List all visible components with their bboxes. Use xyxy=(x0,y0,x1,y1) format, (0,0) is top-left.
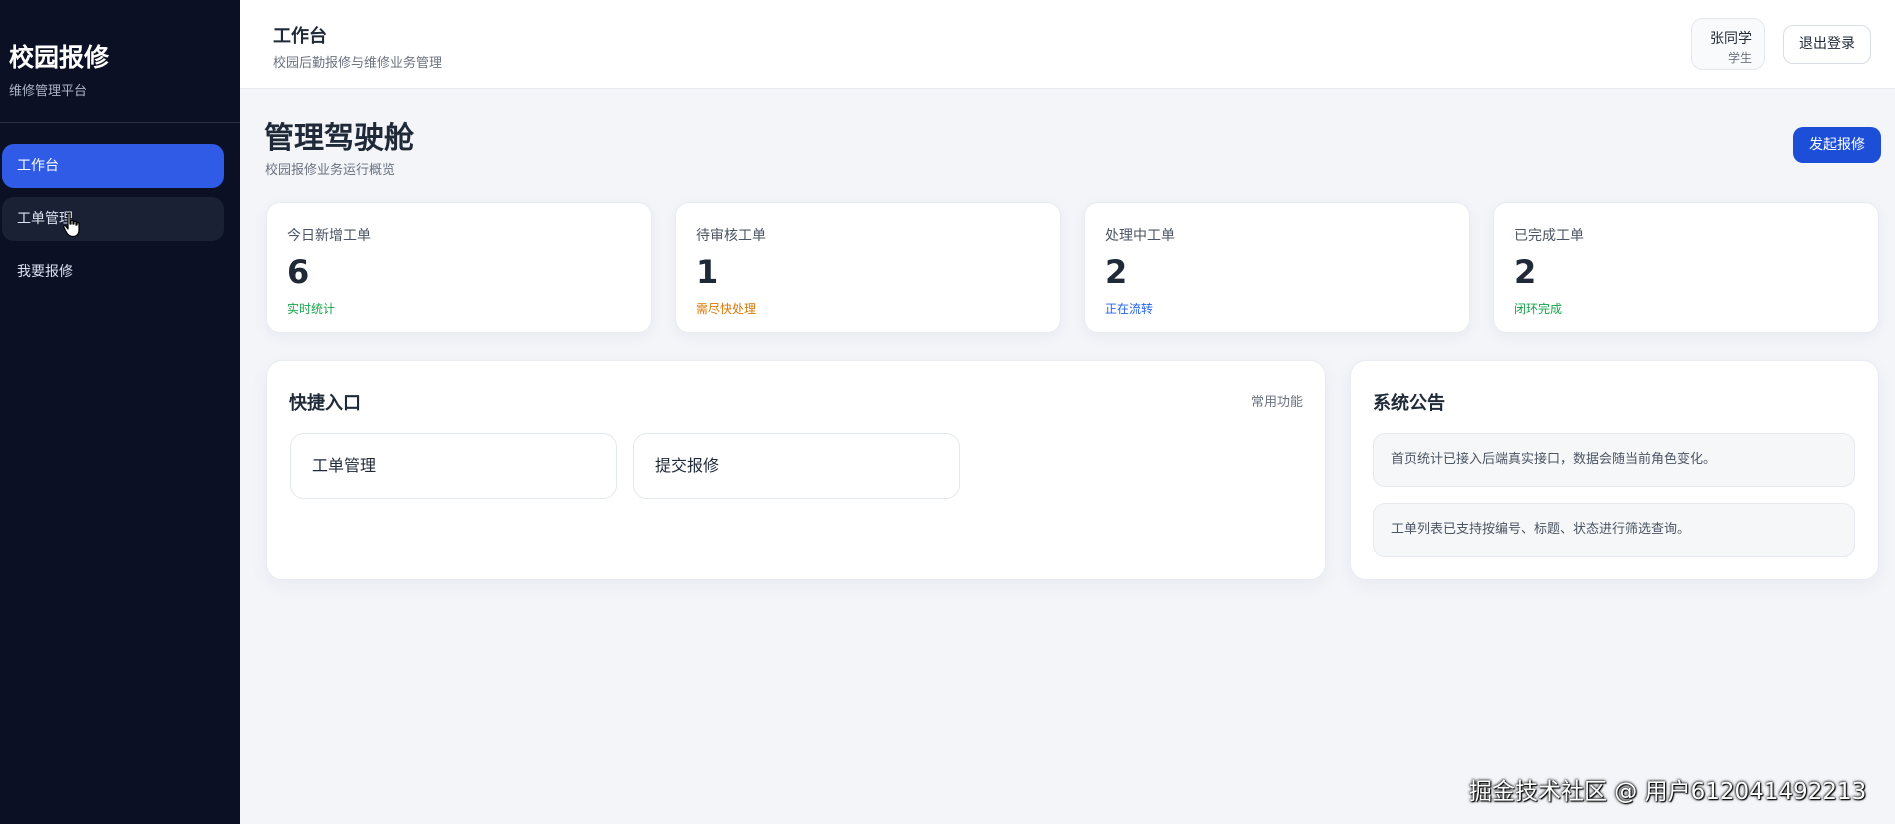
user-role: 学生 xyxy=(1727,51,1752,65)
sidebar: 校园报修 维修管理平台 工作台 工单管理 我要报修 xyxy=(0,0,240,824)
user-name: 张同学 xyxy=(1710,31,1752,47)
announcements-title: 系统公告 xyxy=(1373,393,1445,414)
quick-entry-meta: 常用功能 xyxy=(1250,395,1303,410)
stat-note: 正在流转 xyxy=(1105,302,1154,316)
page-title: 管理驾驶舱 xyxy=(264,121,414,156)
stat-label: 已完成工单 xyxy=(1514,228,1584,244)
stat-value: 2 xyxy=(1105,253,1128,291)
sidebar-item-submit-repair[interactable]: 我要报修 xyxy=(2,250,224,294)
announcements-panel: 系统公告 首页统计已接入后端真实接口，数据会随当前角色变化。 工单列表已支持按编… xyxy=(1350,360,1879,580)
sidebar-item-label: 我要报修 xyxy=(17,264,73,280)
logout-button[interactable]: 退出登录 xyxy=(1783,25,1871,64)
user-chip[interactable]: 张同学 学生 xyxy=(1691,18,1765,70)
hand-cursor-icon xyxy=(63,212,80,238)
quick-entry-panel: 快捷入口 常用功能 工单管理 提交报修 xyxy=(266,360,1326,580)
header-subtitle: 校园后勤报修与维修业务管理 xyxy=(273,56,443,71)
stat-value: 2 xyxy=(1514,253,1537,291)
stat-note: 实时统计 xyxy=(287,302,336,316)
stat-label: 今日新增工单 xyxy=(287,228,371,244)
start-repair-button[interactable]: 发起报修 xyxy=(1793,127,1881,163)
stat-card-pending-review: 待审核工单 1 需尽快处理 xyxy=(675,202,1061,333)
announcement-item: 工单列表已支持按编号、标题、状态进行筛选查询。 xyxy=(1373,503,1855,557)
stat-label: 待审核工单 xyxy=(696,228,766,244)
quick-entry-work-orders-button[interactable]: 工单管理 xyxy=(290,433,617,499)
stat-value: 1 xyxy=(696,253,719,291)
page-subtitle: 校园报修业务运行概览 xyxy=(265,163,396,178)
brand-subtitle: 维修管理平台 xyxy=(9,84,88,99)
brand-title: 校园报修 xyxy=(9,43,110,72)
sidebar-divider xyxy=(0,122,240,123)
top-header: 工作台 校园后勤报修与维修业务管理 张同学 学生 退出登录 xyxy=(240,0,1895,89)
watermark: 掘金技术社区 @ 用户612041492213 xyxy=(1469,779,1867,805)
stat-card-new-today: 今日新增工单 6 实时统计 xyxy=(266,202,652,333)
stat-card-in-progress: 处理中工单 2 正在流转 xyxy=(1084,202,1470,333)
stat-label: 处理中工单 xyxy=(1105,228,1175,244)
stat-note: 闭环完成 xyxy=(1514,302,1563,316)
announcement-item: 首页统计已接入后端真实接口，数据会随当前角色变化。 xyxy=(1373,433,1855,487)
sidebar-item-workbench[interactable]: 工作台 xyxy=(2,144,224,188)
quick-entry-title: 快捷入口 xyxy=(289,393,361,414)
stat-note: 需尽快处理 xyxy=(696,302,757,316)
sidebar-item-label: 工作台 xyxy=(17,158,59,174)
stat-card-completed: 已完成工单 2 闭环完成 xyxy=(1493,202,1879,333)
stat-value: 6 xyxy=(287,253,310,291)
quick-entry-submit-repair-button[interactable]: 提交报修 xyxy=(633,433,960,499)
header-title: 工作台 xyxy=(273,26,327,47)
sidebar-item-work-orders[interactable]: 工单管理 xyxy=(2,197,224,241)
